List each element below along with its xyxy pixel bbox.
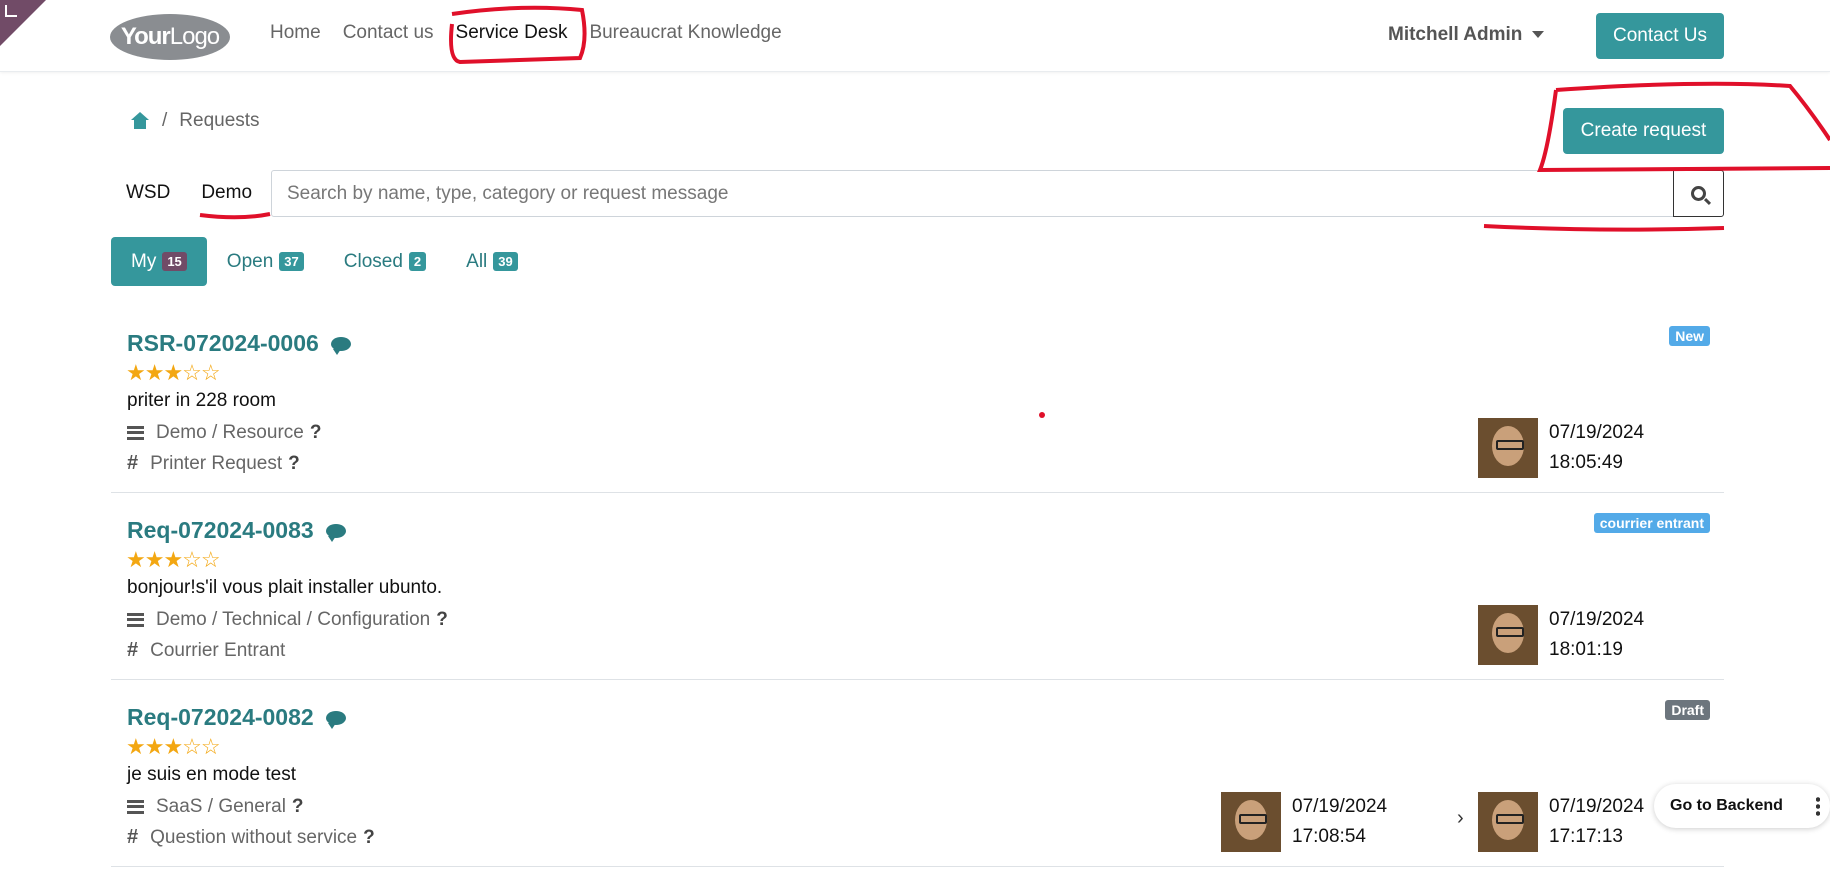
annotation-search-button xyxy=(1483,224,1725,232)
annotation-layer xyxy=(199,5,1830,418)
annotation-demo-tab xyxy=(199,212,271,220)
annotation-service-desk xyxy=(449,5,587,65)
annotation-create-request xyxy=(1537,81,1830,173)
annotation-dot xyxy=(1039,412,1045,418)
